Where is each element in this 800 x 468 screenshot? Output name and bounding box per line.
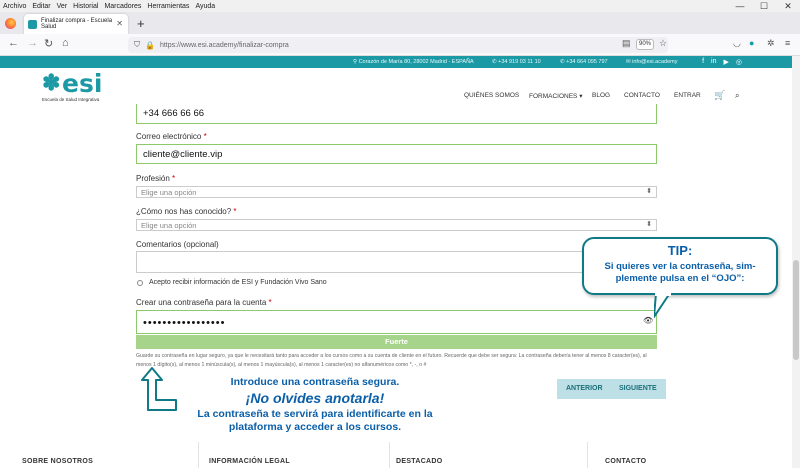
scrollbar-thumb[interactable] bbox=[793, 260, 799, 360]
home-icon[interactable]: ⌂ bbox=[62, 37, 69, 49]
email-text[interactable]: ✉ info@esi.academy bbox=[626, 59, 677, 65]
back-icon[interactable]: ← bbox=[8, 37, 19, 49]
logo-text: esi bbox=[62, 69, 103, 98]
url-text: https://www.esi.academy/finalizar-compra bbox=[159, 41, 289, 49]
cart-icon[interactable]: 🛒 bbox=[714, 90, 725, 101]
logo-figure-icon: ✽ bbox=[42, 70, 61, 95]
email-label: Correo electrónico * bbox=[136, 132, 207, 141]
source-select[interactable]: Elige una opción ⬍ bbox=[136, 219, 657, 231]
nav-formaciones[interactable]: FORMACIONES ▾ bbox=[529, 92, 582, 100]
footer-divider bbox=[389, 442, 390, 468]
search-icon[interactable]: ⌕ bbox=[735, 91, 739, 101]
url-bar[interactable]: ⛉ 🔒 https://www.esi.academy/finalizar-co… bbox=[128, 37, 668, 53]
pocket-icon[interactable]: ◡ bbox=[733, 38, 741, 49]
menu-hamburger-icon[interactable]: ≡ bbox=[785, 38, 790, 48]
tab-title: Finalizar compra - Escuela Salud bbox=[41, 18, 113, 30]
close-window-icon[interactable]: ✕ bbox=[776, 0, 800, 12]
logo-subtitle: Escuela de Salud Integrativa bbox=[42, 97, 100, 102]
menu-ayuda[interactable]: Ayuda bbox=[195, 3, 215, 10]
new-tab-icon[interactable]: + bbox=[137, 16, 145, 31]
consent-label: Acepto recibir información de ESI y Fund… bbox=[149, 279, 327, 286]
linkedin-icon[interactable]: in bbox=[711, 58, 716, 66]
select-arrow-icon: ⬍ bbox=[646, 221, 652, 228]
password-input[interactable]: ••••••••••••••••• bbox=[136, 310, 657, 334]
phone-input[interactable]: +34 666 66 66 bbox=[136, 104, 657, 124]
address-text: ⚲ Corazón de María 80, 28002 Madrid - ES… bbox=[353, 59, 474, 65]
tab-close-icon[interactable]: ✕ bbox=[116, 19, 123, 28]
extension-icon[interactable]: ● bbox=[749, 38, 754, 48]
next-button[interactable]: SIGUIENTE bbox=[619, 385, 657, 392]
note-line2: ¡No olvides anotarla! bbox=[245, 390, 385, 406]
menu-editar[interactable]: Editar bbox=[32, 3, 50, 10]
nav-entrar[interactable]: ENTRAR bbox=[674, 92, 701, 99]
tip-title: TIP: bbox=[667, 243, 693, 258]
footer-sobre-nosotros: SOBRE NOSOTROS bbox=[22, 458, 94, 465]
profession-label: Profesión * bbox=[136, 174, 176, 183]
profession-select[interactable]: Elige una opción ⬍ bbox=[136, 186, 657, 198]
menu-herramientas[interactable]: Herramientas bbox=[147, 3, 189, 10]
nav-quienes-somos[interactable]: QUIÉNES SOMOS bbox=[464, 92, 519, 99]
consent-row[interactable]: Acepto recibir información de ESI y Fund… bbox=[137, 279, 327, 286]
footer-informacion-legal: INFORMACIÓN LEGAL bbox=[209, 458, 290, 465]
show-password-eye-icon[interactable]: 👁 bbox=[643, 316, 653, 325]
footer-divider bbox=[587, 442, 588, 468]
social-links: f in ▶ ◎ bbox=[702, 58, 742, 66]
email-input[interactable]: cliente@cliente.vip bbox=[136, 144, 657, 164]
footer-divider bbox=[198, 442, 199, 468]
footer-destacado: DESTACADO bbox=[396, 458, 443, 465]
zoom-level[interactable]: 90% bbox=[636, 39, 654, 50]
menu-historial[interactable]: Historial bbox=[73, 3, 98, 10]
bookmark-star-icon[interactable]: ☆ bbox=[659, 38, 667, 49]
note-line3: La contraseña te servirá para identifica… bbox=[197, 408, 433, 433]
phone2-text[interactable]: ✆ +34 664 095 797 bbox=[560, 59, 608, 65]
youtube-icon[interactable]: ▶ bbox=[724, 58, 729, 66]
favicon-icon bbox=[28, 19, 37, 29]
nav-contacto[interactable]: CONTACTO bbox=[624, 92, 660, 99]
tip-pointer-icon bbox=[654, 293, 671, 318]
menu-archivo[interactable]: Archivo bbox=[3, 3, 26, 10]
browser-menubar: Archivo Editar Ver Historial Marcadores … bbox=[0, 0, 800, 12]
reload-icon[interactable]: ↻ bbox=[44, 37, 53, 50]
shield-icon[interactable]: ⛉ bbox=[134, 40, 140, 50]
menu-ver[interactable]: Ver bbox=[57, 3, 68, 10]
note-line1: Introduce una contraseña segura. bbox=[230, 376, 400, 388]
facebook-icon[interactable]: f bbox=[702, 58, 704, 66]
password-label: Crear una contraseña para la cuenta * bbox=[136, 298, 272, 307]
select-arrow-icon: ⬍ bbox=[646, 188, 652, 195]
comments-textarea[interactable] bbox=[136, 251, 657, 273]
comments-label: Comentarios (opcional) bbox=[136, 240, 219, 249]
browser-tab[interactable]: Finalizar compra - Escuela Salud ✕ bbox=[24, 14, 128, 34]
tip-body: Si quieres ver la contraseña, sim-plemen… bbox=[604, 261, 756, 284]
password-strength-indicator: Fuerte bbox=[136, 335, 657, 349]
forward-icon[interactable]: → bbox=[27, 37, 38, 49]
firefox-icon[interactable] bbox=[5, 18, 16, 29]
extensions-puzzle-icon[interactable]: ✲ bbox=[767, 38, 775, 49]
back-button[interactable]: ANTERIOR bbox=[566, 385, 603, 392]
nav-blog[interactable]: BLOG bbox=[592, 92, 610, 99]
consent-checkbox[interactable] bbox=[137, 279, 143, 286]
lock-icon[interactable]: 🔒 bbox=[145, 41, 155, 50]
footer-contacto: CONTACTO bbox=[605, 458, 647, 465]
menu-marcadores[interactable]: Marcadores bbox=[104, 3, 141, 10]
window-controls: — ☐ ✕ bbox=[728, 0, 800, 12]
browser-navbar: ← → ↻ ⌂ ⛉ 🔒 https://www.esi.academy/fina… bbox=[0, 34, 800, 56]
instagram-icon[interactable]: ◎ bbox=[736, 58, 742, 66]
site-topbar: ⚲ Corazón de María 80, 28002 Madrid - ES… bbox=[0, 56, 800, 68]
up-arrow-icon bbox=[141, 367, 177, 411]
maximize-icon[interactable]: ☐ bbox=[752, 0, 776, 12]
source-label: ¿Cómo nos has conocido? * bbox=[136, 207, 237, 216]
phone1-text[interactable]: ✆ +34 919 03 11 10 bbox=[492, 59, 541, 65]
password-hint: Guarde su contraseña en lugar seguro, ya… bbox=[136, 353, 647, 368]
minimize-icon[interactable]: — bbox=[728, 0, 752, 12]
reader-view-icon[interactable]: ▤ bbox=[622, 38, 631, 49]
